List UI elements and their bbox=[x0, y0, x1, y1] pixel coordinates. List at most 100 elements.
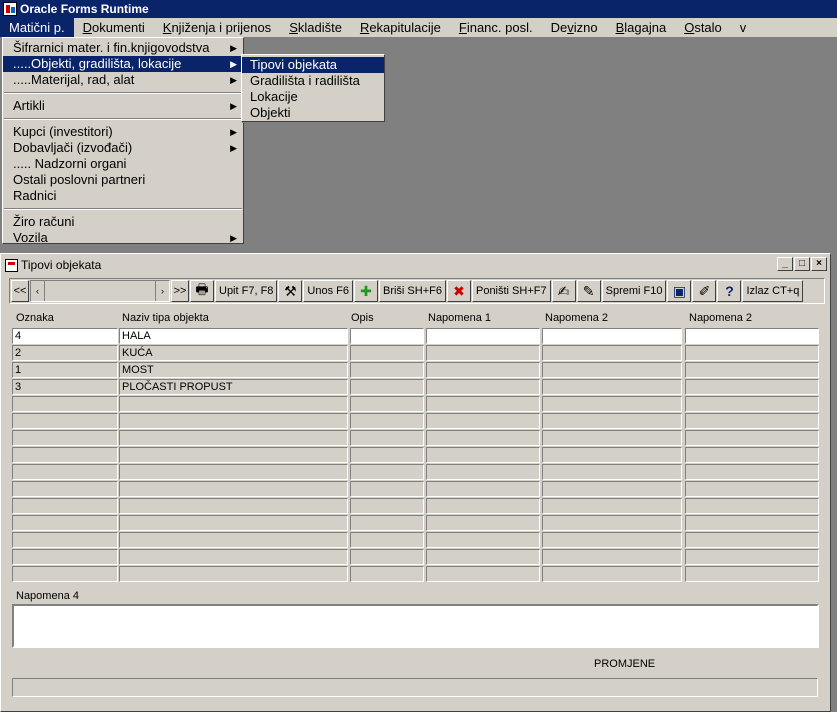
last-record-button[interactable]: >> bbox=[171, 280, 189, 302]
menu-item-objekti[interactable]: .....Objekti, gradilišta, lokacije ▶ bbox=[3, 56, 243, 72]
menu-financ-posl[interactable]: Financ. posl. bbox=[450, 18, 542, 37]
cell-napomena-2[interactable] bbox=[542, 430, 682, 446]
cell-napomena-2[interactable] bbox=[542, 498, 682, 514]
cell-oznaka[interactable] bbox=[12, 447, 118, 463]
menu-item-dobavljaci[interactable]: Dobavljači (izvođači) ▶ bbox=[3, 140, 243, 156]
cell-napomena-1[interactable] bbox=[426, 328, 540, 344]
cell-naziv[interactable]: HALA bbox=[119, 328, 348, 344]
cell-opis[interactable] bbox=[350, 464, 424, 480]
cell-napomena-2b[interactable] bbox=[685, 481, 819, 497]
floppy-save-icon[interactable]: ▣ bbox=[667, 280, 692, 302]
cell-napomena-2b[interactable] bbox=[685, 447, 819, 463]
menu-devizno[interactable]: Devizno bbox=[542, 18, 607, 37]
cell-napomena-2b[interactable] bbox=[685, 362, 819, 378]
prev-record-arrow-icon[interactable]: ‹ bbox=[31, 281, 45, 301]
edit-icon[interactable]: ✎ bbox=[576, 280, 601, 302]
cell-napomena-1[interactable] bbox=[426, 447, 540, 463]
menu-dokumenti[interactable]: Dokumenti bbox=[74, 18, 154, 37]
cell-oznaka[interactable] bbox=[12, 532, 118, 548]
cell-napomena-2[interactable] bbox=[542, 379, 682, 395]
exit-button[interactable]: Izlaz CT+q bbox=[742, 280, 804, 302]
cell-opis[interactable] bbox=[350, 447, 424, 463]
cell-naziv[interactable] bbox=[119, 532, 348, 548]
cell-napomena-2b[interactable] bbox=[685, 515, 819, 531]
cell-napomena-2b[interactable] bbox=[685, 345, 819, 361]
napomena4-field[interactable] bbox=[12, 604, 819, 648]
menu-knjizenja[interactable]: Knjiženja i prijenos bbox=[154, 18, 280, 37]
cell-opis[interactable] bbox=[350, 379, 424, 395]
cell-oznaka[interactable] bbox=[12, 396, 118, 412]
cell-naziv[interactable]: MOST bbox=[119, 362, 348, 378]
menu-item-kupci[interactable]: Kupci (investitori) ▶ bbox=[3, 124, 243, 140]
cell-oznaka[interactable] bbox=[12, 413, 118, 429]
help-icon[interactable]: ? bbox=[717, 280, 742, 302]
cell-opis[interactable] bbox=[350, 481, 424, 497]
cell-napomena-2[interactable] bbox=[542, 362, 682, 378]
cell-napomena-2[interactable] bbox=[542, 413, 682, 429]
cell-opis[interactable] bbox=[350, 413, 424, 429]
close-button[interactable]: × bbox=[811, 257, 827, 271]
cell-opis[interactable] bbox=[350, 362, 424, 378]
cell-napomena-2b[interactable] bbox=[685, 532, 819, 548]
cell-naziv[interactable]: PLOČASTI PROPUST bbox=[119, 379, 348, 395]
maximize-button[interactable]: □ bbox=[794, 257, 810, 271]
menu-item-vozila[interactable]: Vozila ▶ bbox=[3, 230, 243, 246]
menu-item-radnici[interactable]: Radnici bbox=[3, 188, 243, 204]
cell-napomena-2b[interactable] bbox=[685, 549, 819, 565]
minimize-button[interactable]: _ bbox=[777, 257, 793, 271]
cell-napomena-2[interactable] bbox=[542, 396, 682, 412]
cell-naziv[interactable] bbox=[119, 566, 348, 582]
cell-napomena-2[interactable] bbox=[542, 328, 682, 344]
cell-napomena-2b[interactable] bbox=[685, 498, 819, 514]
delete-button[interactable]: Briši SH+F6 bbox=[378, 280, 446, 302]
menu-item-artikli[interactable]: Artikli ▶ bbox=[3, 98, 243, 114]
cell-oznaka[interactable]: 1 bbox=[12, 362, 118, 378]
cell-opis[interactable] bbox=[350, 498, 424, 514]
pencil-icon[interactable]: ✐ bbox=[692, 280, 717, 302]
cell-napomena-2b[interactable] bbox=[685, 566, 819, 582]
next-record-arrow-icon[interactable]: › bbox=[155, 281, 169, 301]
insert-button[interactable]: Unos F6 bbox=[303, 280, 353, 302]
delete-x-icon[interactable]: ✖ bbox=[446, 280, 471, 302]
submenu-item-gradilista[interactable]: Gradilišta i radilišta bbox=[242, 73, 384, 89]
cell-napomena-2b[interactable] bbox=[685, 396, 819, 412]
cell-napomena-1[interactable] bbox=[426, 430, 540, 446]
cell-napomena-1[interactable] bbox=[426, 362, 540, 378]
cell-naziv[interactable] bbox=[119, 413, 348, 429]
cell-opis[interactable] bbox=[350, 345, 424, 361]
cell-opis[interactable] bbox=[350, 328, 424, 344]
record-scroller[interactable]: ‹ › bbox=[30, 280, 170, 302]
menu-item-ziro-racuni[interactable]: Žiro računi bbox=[3, 214, 243, 230]
cell-naziv[interactable]: KUĆA bbox=[119, 345, 348, 361]
cell-naziv[interactable] bbox=[119, 498, 348, 514]
submenu-item-lokacije[interactable]: Lokacije bbox=[242, 89, 384, 105]
cell-oznaka[interactable] bbox=[12, 498, 118, 514]
cell-opis[interactable] bbox=[350, 566, 424, 582]
submenu-item-tipovi-objekata[interactable]: Tipovi objekata bbox=[242, 57, 384, 73]
menu-rekapitulacije[interactable]: Rekapitulacije bbox=[351, 18, 450, 37]
cell-napomena-2b[interactable] bbox=[685, 328, 819, 344]
cell-naziv[interactable] bbox=[119, 549, 348, 565]
menu-skladiste[interactable]: Skladište bbox=[280, 18, 351, 37]
cell-opis[interactable] bbox=[350, 430, 424, 446]
cell-napomena-1[interactable] bbox=[426, 464, 540, 480]
cell-oznaka[interactable] bbox=[12, 566, 118, 582]
cell-opis[interactable] bbox=[350, 515, 424, 531]
cell-naziv[interactable] bbox=[119, 447, 348, 463]
cell-oznaka[interactable] bbox=[12, 481, 118, 497]
cell-napomena-2b[interactable] bbox=[685, 464, 819, 480]
cell-napomena-1[interactable] bbox=[426, 498, 540, 514]
menu-ostalo[interactable]: Ostalo bbox=[675, 18, 731, 37]
menu-item-ostali-partneri[interactable]: Ostali poslovni partneri bbox=[3, 172, 243, 188]
cell-oznaka[interactable]: 4 bbox=[12, 328, 118, 344]
cell-opis[interactable] bbox=[350, 396, 424, 412]
cell-naziv[interactable] bbox=[119, 396, 348, 412]
insert-plus-icon[interactable]: ✚ bbox=[353, 280, 378, 302]
cancel-button[interactable]: Poništi SH+F7 bbox=[471, 280, 551, 302]
cell-napomena-1[interactable] bbox=[426, 379, 540, 395]
query-tool-icon[interactable]: ⚒ bbox=[278, 280, 303, 302]
menu-item-materijal[interactable]: .....Materijal, rad, alat ▶ bbox=[3, 72, 243, 88]
cell-oznaka[interactable] bbox=[12, 549, 118, 565]
menu-item-nadzorni-organi[interactable]: ..... Nadzorni organi bbox=[3, 156, 243, 172]
cell-oznaka[interactable] bbox=[12, 430, 118, 446]
